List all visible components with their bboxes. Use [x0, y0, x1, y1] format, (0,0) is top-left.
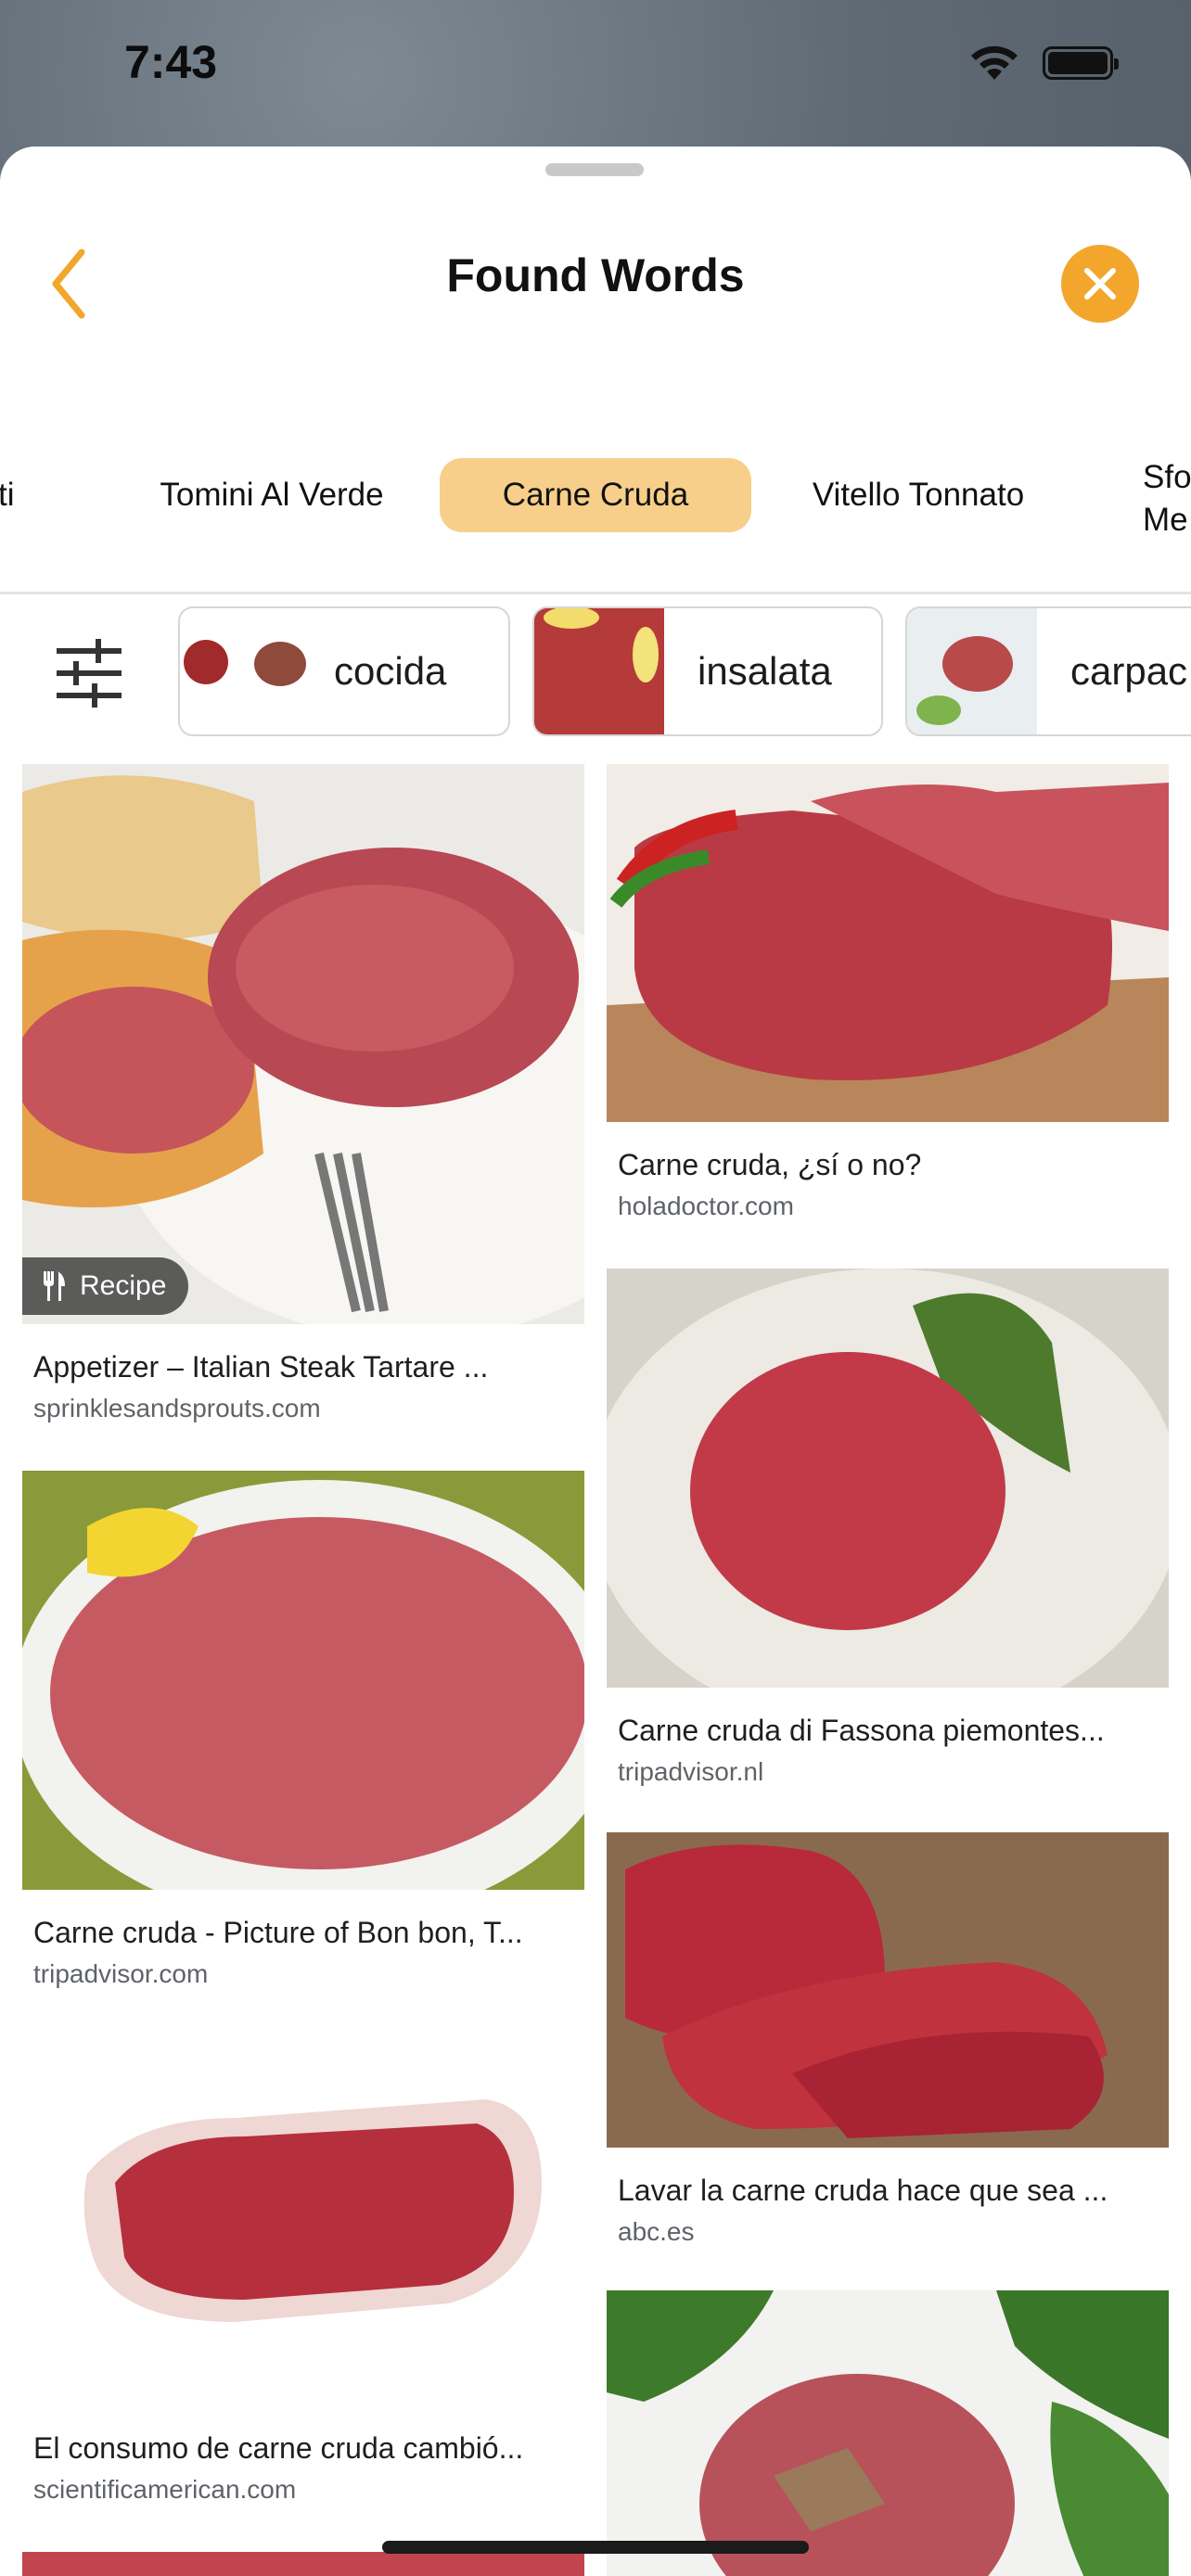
chip-insalata[interactable]: insalata	[532, 606, 883, 736]
result-source: sprinklesandsprouts.com	[33, 1394, 321, 1422]
result-source: tripadvisor.nl	[618, 1757, 764, 1786]
battery-icon	[1043, 46, 1119, 80]
fork-knife-icon	[44, 1271, 65, 1301]
result-image	[607, 764, 1169, 1122]
result-caption: Carne cruda di Fassona piemontes...	[618, 1714, 1105, 1747]
status-icons	[968, 45, 1119, 82]
result-card[interactable]: El consumo de carne cruda cambió... scie…	[22, 2034, 584, 2505]
tab-carne-cruda[interactable]: Carne Cruda	[440, 458, 751, 532]
tab-label: Vitello Tonnato	[812, 477, 1025, 513]
tab-label: Sfo	[1143, 459, 1191, 495]
chip-label: insalata	[698, 649, 832, 693]
result-caption: Appetizer – Italian Steak Tartare ...	[33, 1350, 489, 1384]
result-card-partial[interactable]	[22, 2552, 584, 2576]
page-title: Found Words	[446, 249, 745, 301]
result-image: Recipe	[22, 764, 584, 1324]
result-source: holadoctor.com	[618, 1192, 794, 1220]
result-image	[607, 2290, 1169, 2576]
result-source: abc.es	[618, 2217, 695, 2246]
result-source: tripadvisor.com	[33, 1959, 209, 1988]
tab-label-line2: Me	[1143, 502, 1188, 538]
result-image	[22, 1471, 584, 1890]
result-card[interactable]: Carne cruda, ¿sí o no? holadoctor.com	[607, 764, 1169, 1221]
tab-partial-left[interactable]: ti	[0, 458, 26, 532]
close-icon	[1084, 268, 1116, 300]
word-tabs: ti Tomini Al Verde Carne Cruda Vitello T…	[0, 443, 1191, 555]
result-image	[607, 1832, 1169, 2148]
tab-partial-right[interactable]: Sfo Me	[1143, 443, 1191, 555]
result-caption: Lavar la carne cruda hace que sea ...	[618, 2174, 1108, 2207]
sheet-grabber[interactable]	[545, 163, 644, 176]
tab-label: Tomini Al Verde	[160, 477, 384, 513]
chip-label: carpac	[1070, 649, 1188, 693]
chip-thumbnail	[534, 608, 664, 734]
recipe-badge-label: Recipe	[80, 1270, 167, 1301]
chip-thumbnail	[180, 608, 310, 734]
tab-label: Carne Cruda	[502, 477, 689, 513]
tab-vitello-tonnato[interactable]: Vitello Tonnato	[790, 458, 1046, 532]
result-card[interactable]: Lavar la carne cruda hace que sea ... ab…	[607, 1832, 1169, 2247]
close-button[interactable]	[1061, 245, 1139, 323]
result-card[interactable]: Carne cruda - Picture of Bon bon, T... t…	[22, 1471, 584, 1989]
found-words-sheet: Found Words ti Tomini Al Verde Carne Cru…	[0, 147, 1191, 2576]
wifi-icon	[971, 45, 1018, 80]
tabs-divider	[0, 592, 1191, 594]
chip-thumbnail	[907, 608, 1037, 734]
tab-tomini-al-verde[interactable]: Tomini Al Verde	[137, 458, 406, 532]
recipe-badge: Recipe	[22, 1257, 189, 1315]
result-caption: El consumo de carne cruda cambió...	[33, 2431, 524, 2465]
chip-carpaccio[interactable]: carpac	[905, 606, 1191, 736]
result-image	[22, 2034, 584, 2405]
chip-cocida[interactable]: cocida	[178, 606, 510, 736]
result-source: scientificamerican.com	[33, 2475, 297, 2504]
result-card-partial[interactable]	[607, 2290, 1169, 2576]
chip-label: cocida	[334, 649, 447, 693]
status-time: 7:43	[124, 36, 218, 88]
result-card[interactable]: Recipe Appetizer – Italian Steak Tartare…	[22, 764, 584, 1423]
tab-label: ti	[0, 477, 15, 513]
result-caption: Carne cruda - Picture of Bon bon, T...	[33, 1916, 523, 1949]
filter-sliders-icon[interactable]	[54, 638, 124, 708]
result-card[interactable]: Carne cruda di Fassona piemontes... trip…	[607, 1269, 1169, 1787]
result-image	[22, 2552, 584, 2576]
result-image	[607, 1269, 1169, 1688]
result-caption: Carne cruda, ¿sí o no?	[618, 1148, 922, 1181]
home-indicator	[382, 2541, 809, 2554]
